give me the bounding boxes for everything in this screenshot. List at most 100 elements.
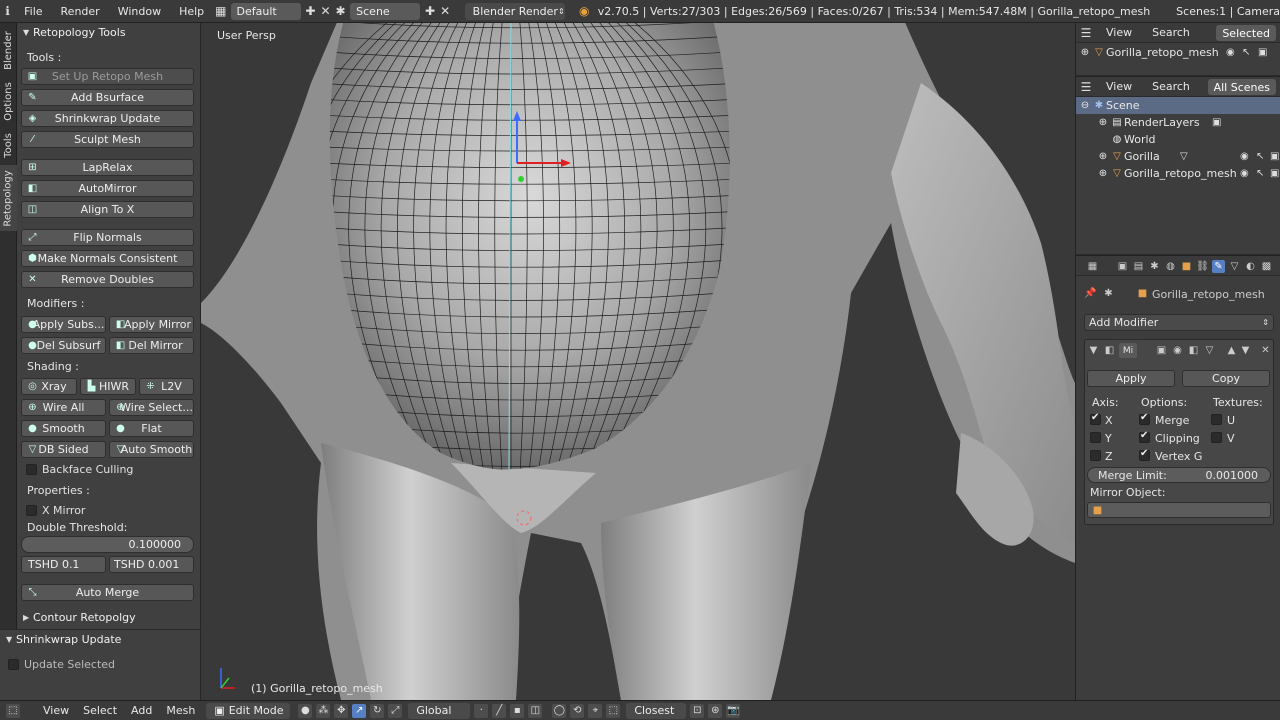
move-down-icon[interactable]: ▼ <box>1239 344 1252 357</box>
modifiers-tab-icon[interactable]: ✎ <box>1212 260 1225 273</box>
move-up-icon[interactable]: ▲ <box>1225 344 1238 357</box>
menu-render[interactable]: Render <box>52 5 109 18</box>
tab-retopology[interactable]: Retopology <box>0 165 17 231</box>
modifier-name-field[interactable]: Mi <box>1119 343 1137 358</box>
menu-window[interactable]: Window <box>109 5 170 18</box>
material-tab-icon[interactable]: ◐ <box>1244 260 1257 273</box>
constraints-tab-icon[interactable]: ⛓ <box>1196 260 1209 273</box>
mirror-object-field[interactable]: ■ <box>1087 502 1271 518</box>
add-bsurface-button[interactable]: ✎ Add Bsurface <box>21 89 194 106</box>
tab-tools[interactable]: Tools <box>0 127 17 163</box>
screen-layout-field[interactable]: Default <box>230 2 301 20</box>
face-select-icon[interactable]: ▪ <box>510 703 525 718</box>
shrinkwrap-update-button[interactable]: ◈ Shrinkwrap Update <box>21 110 194 127</box>
orientation-select[interactable]: Global <box>408 702 471 719</box>
expand-icon[interactable]: ⊕ <box>1096 116 1110 130</box>
retopology-tools-panel-header[interactable]: ▼ Retopology Tools <box>17 23 200 41</box>
outliner-item-renderlayers[interactable]: ⊕ ▤ RenderLayers ▣ <box>1076 114 1280 131</box>
proportional-edit-icon[interactable]: ◯ <box>552 703 567 718</box>
world-tab-icon[interactable]: ◍ <box>1164 260 1177 273</box>
properties-editor-icon[interactable]: ▦ <box>1086 260 1099 273</box>
remove-doubles-button[interactable]: ✕ Remove Doubles <box>21 271 194 288</box>
apply-button[interactable]: Apply <box>1087 370 1175 387</box>
add-layout-icon[interactable]: ✚ <box>305 3 316 19</box>
wire-all-button[interactable]: ⊕ Wire All <box>21 399 106 416</box>
eye-icon[interactable]: ◉ <box>1240 168 1249 179</box>
cursor-select-icon[interactable]: ↖ <box>1256 168 1264 179</box>
outliner-editor-icon[interactable]: ☰ <box>1078 79 1094 95</box>
manipulator-icon[interactable]: ✥ <box>334 703 349 718</box>
mirror-edit-icon[interactable]: ⟲ <box>570 703 585 718</box>
snap-align-icon[interactable]: ⊡ <box>690 703 705 718</box>
outliner-item-gorilla-retopo-mesh[interactable]: ⊕ ▽ Gorilla_retopo_mesh ◉ ↖ ▣ <box>1076 165 1280 182</box>
automirror-button[interactable]: ◧ AutoMirror <box>21 180 194 197</box>
tshd-01-button[interactable]: TSHD 0.1 <box>21 556 106 573</box>
opengl-render-icon[interactable]: 📷 <box>726 703 741 718</box>
rotate-manipulator-icon[interactable]: ↻ <box>370 703 385 718</box>
set-up-retopo-mesh-button[interactable]: ▣ Set Up Retopo Mesh <box>21 68 194 85</box>
viewport-toggle-icon[interactable]: ◉ <box>1171 344 1184 357</box>
texture-tab-icon[interactable]: ▩ <box>1260 260 1273 273</box>
del-mirror-button[interactable]: ◧ Del Mirror <box>109 337 194 354</box>
menu-mesh[interactable]: Mesh <box>159 704 202 717</box>
render-toggle-icon[interactable]: ▣ <box>1155 344 1168 357</box>
texture-v-checkbox[interactable] <box>1211 432 1222 443</box>
auto-smooth-button[interactable]: ▽ Auto Smooth <box>109 441 194 458</box>
outliner-filter-select[interactable]: Selected <box>1216 25 1276 41</box>
editmode-toggle-icon[interactable]: ◧ <box>1187 344 1200 357</box>
wire-select-button[interactable]: ⊕ Wire Select... <box>109 399 194 416</box>
clipping-checkbox[interactable] <box>1139 430 1150 443</box>
smooth-button[interactable]: ● Smooth <box>21 420 106 437</box>
collapse-icon[interactable]: ⊖ <box>1078 99 1092 113</box>
contour-retopology-panel-header[interactable]: ▶ Contour Retopolgy <box>17 608 200 626</box>
render-tab-icon[interactable]: ▣ <box>1116 260 1129 273</box>
laprelax-button[interactable]: ⊞ LapRelax <box>21 159 194 176</box>
add-scene-icon[interactable]: ✚ <box>424 3 435 19</box>
outliner-item-gorilla[interactable]: ⊕ ▽ Gorilla ▽ ◉ ↖ ▣ <box>1076 148 1280 165</box>
menu-help[interactable]: Help <box>170 5 213 18</box>
snap-target-select[interactable]: Closest <box>626 702 687 719</box>
screen-layout-icon[interactable]: ▦ <box>215 3 226 19</box>
pin-icon[interactable]: 📌 <box>1084 287 1097 300</box>
axis-y-checkbox[interactable] <box>1090 432 1101 443</box>
texture-u-checkbox[interactable] <box>1211 414 1222 425</box>
snap-icon[interactable]: ⌖ <box>588 703 603 718</box>
axis-z-checkbox[interactable] <box>1090 450 1101 461</box>
outliner-menu-view[interactable]: View <box>1096 80 1142 93</box>
outliner-item[interactable]: ⊕ ▽ Gorilla_retopo_mesh ◉ ↖ ▣ <box>1076 44 1280 61</box>
scene-tab-icon[interactable]: ✱ <box>1148 260 1161 273</box>
flip-normals-button[interactable]: ⤢ Flip Normals <box>21 229 194 246</box>
close-icon[interactable]: ✕ <box>1259 344 1272 357</box>
add-modifier-dropdown[interactable]: Add Modifier ⇕ <box>1084 314 1274 331</box>
tshd-0001-button[interactable]: TSHD 0.001 <box>109 556 194 573</box>
del-subsurf-button[interactable]: ● Del Subsurf <box>21 337 106 354</box>
hiwr-button[interactable]: ▙ HIWR <box>80 378 136 395</box>
db-sided-button[interactable]: ▽ DB Sided <box>21 441 106 458</box>
outliner-item-scene[interactable]: ⊖ ✱ Scene <box>1076 97 1280 114</box>
auto-merge-button[interactable]: ⤡ Auto Merge <box>21 584 194 601</box>
sculpt-mesh-button[interactable]: ⁄ Sculpt Mesh <box>21 131 194 148</box>
edge-select-icon[interactable]: ╱ <box>492 703 507 718</box>
vertex-select-icon[interactable]: · <box>474 703 489 718</box>
xray-button[interactable]: ◎ Xray <box>21 378 77 395</box>
merge-limit-field[interactable]: Merge Limit: 0.001000 <box>1087 467 1271 483</box>
render-engine-select[interactable]: Blender Render ⇕ <box>464 2 565 20</box>
make-normals-consistent-button[interactable]: ⬢ Make Normals Consistent <box>21 250 194 267</box>
axis-x-checkbox[interactable] <box>1090 412 1101 425</box>
menu-file[interactable]: File <box>15 5 51 18</box>
triangle-down-icon[interactable]: ▼ <box>1087 344 1100 357</box>
tab-options[interactable]: Options <box>0 77 17 125</box>
l2v-button[interactable]: ⁜ L2V <box>139 378 194 395</box>
outliner-menu-search[interactable]: Search <box>1142 80 1200 93</box>
copy-button[interactable]: Copy <box>1182 370 1270 387</box>
translate-manipulator-icon[interactable]: ↗ <box>352 703 367 718</box>
cursor-select-icon[interactable]: ↖ <box>1256 151 1264 162</box>
snap-project-icon[interactable]: ⊛ <box>708 703 723 718</box>
cursor-select-icon[interactable]: ↖ <box>1242 47 1250 58</box>
mode-select[interactable]: ▣ Edit Mode <box>206 702 291 719</box>
backface-culling-checkbox[interactable] <box>26 464 37 475</box>
viewport-shading-icon[interactable]: ● <box>298 703 313 718</box>
render-icon[interactable]: ▣ <box>1270 151 1279 162</box>
tab-blender[interactable]: Blender <box>0 25 17 75</box>
align-to-x-button[interactable]: ◫ Align To X <box>21 201 194 218</box>
